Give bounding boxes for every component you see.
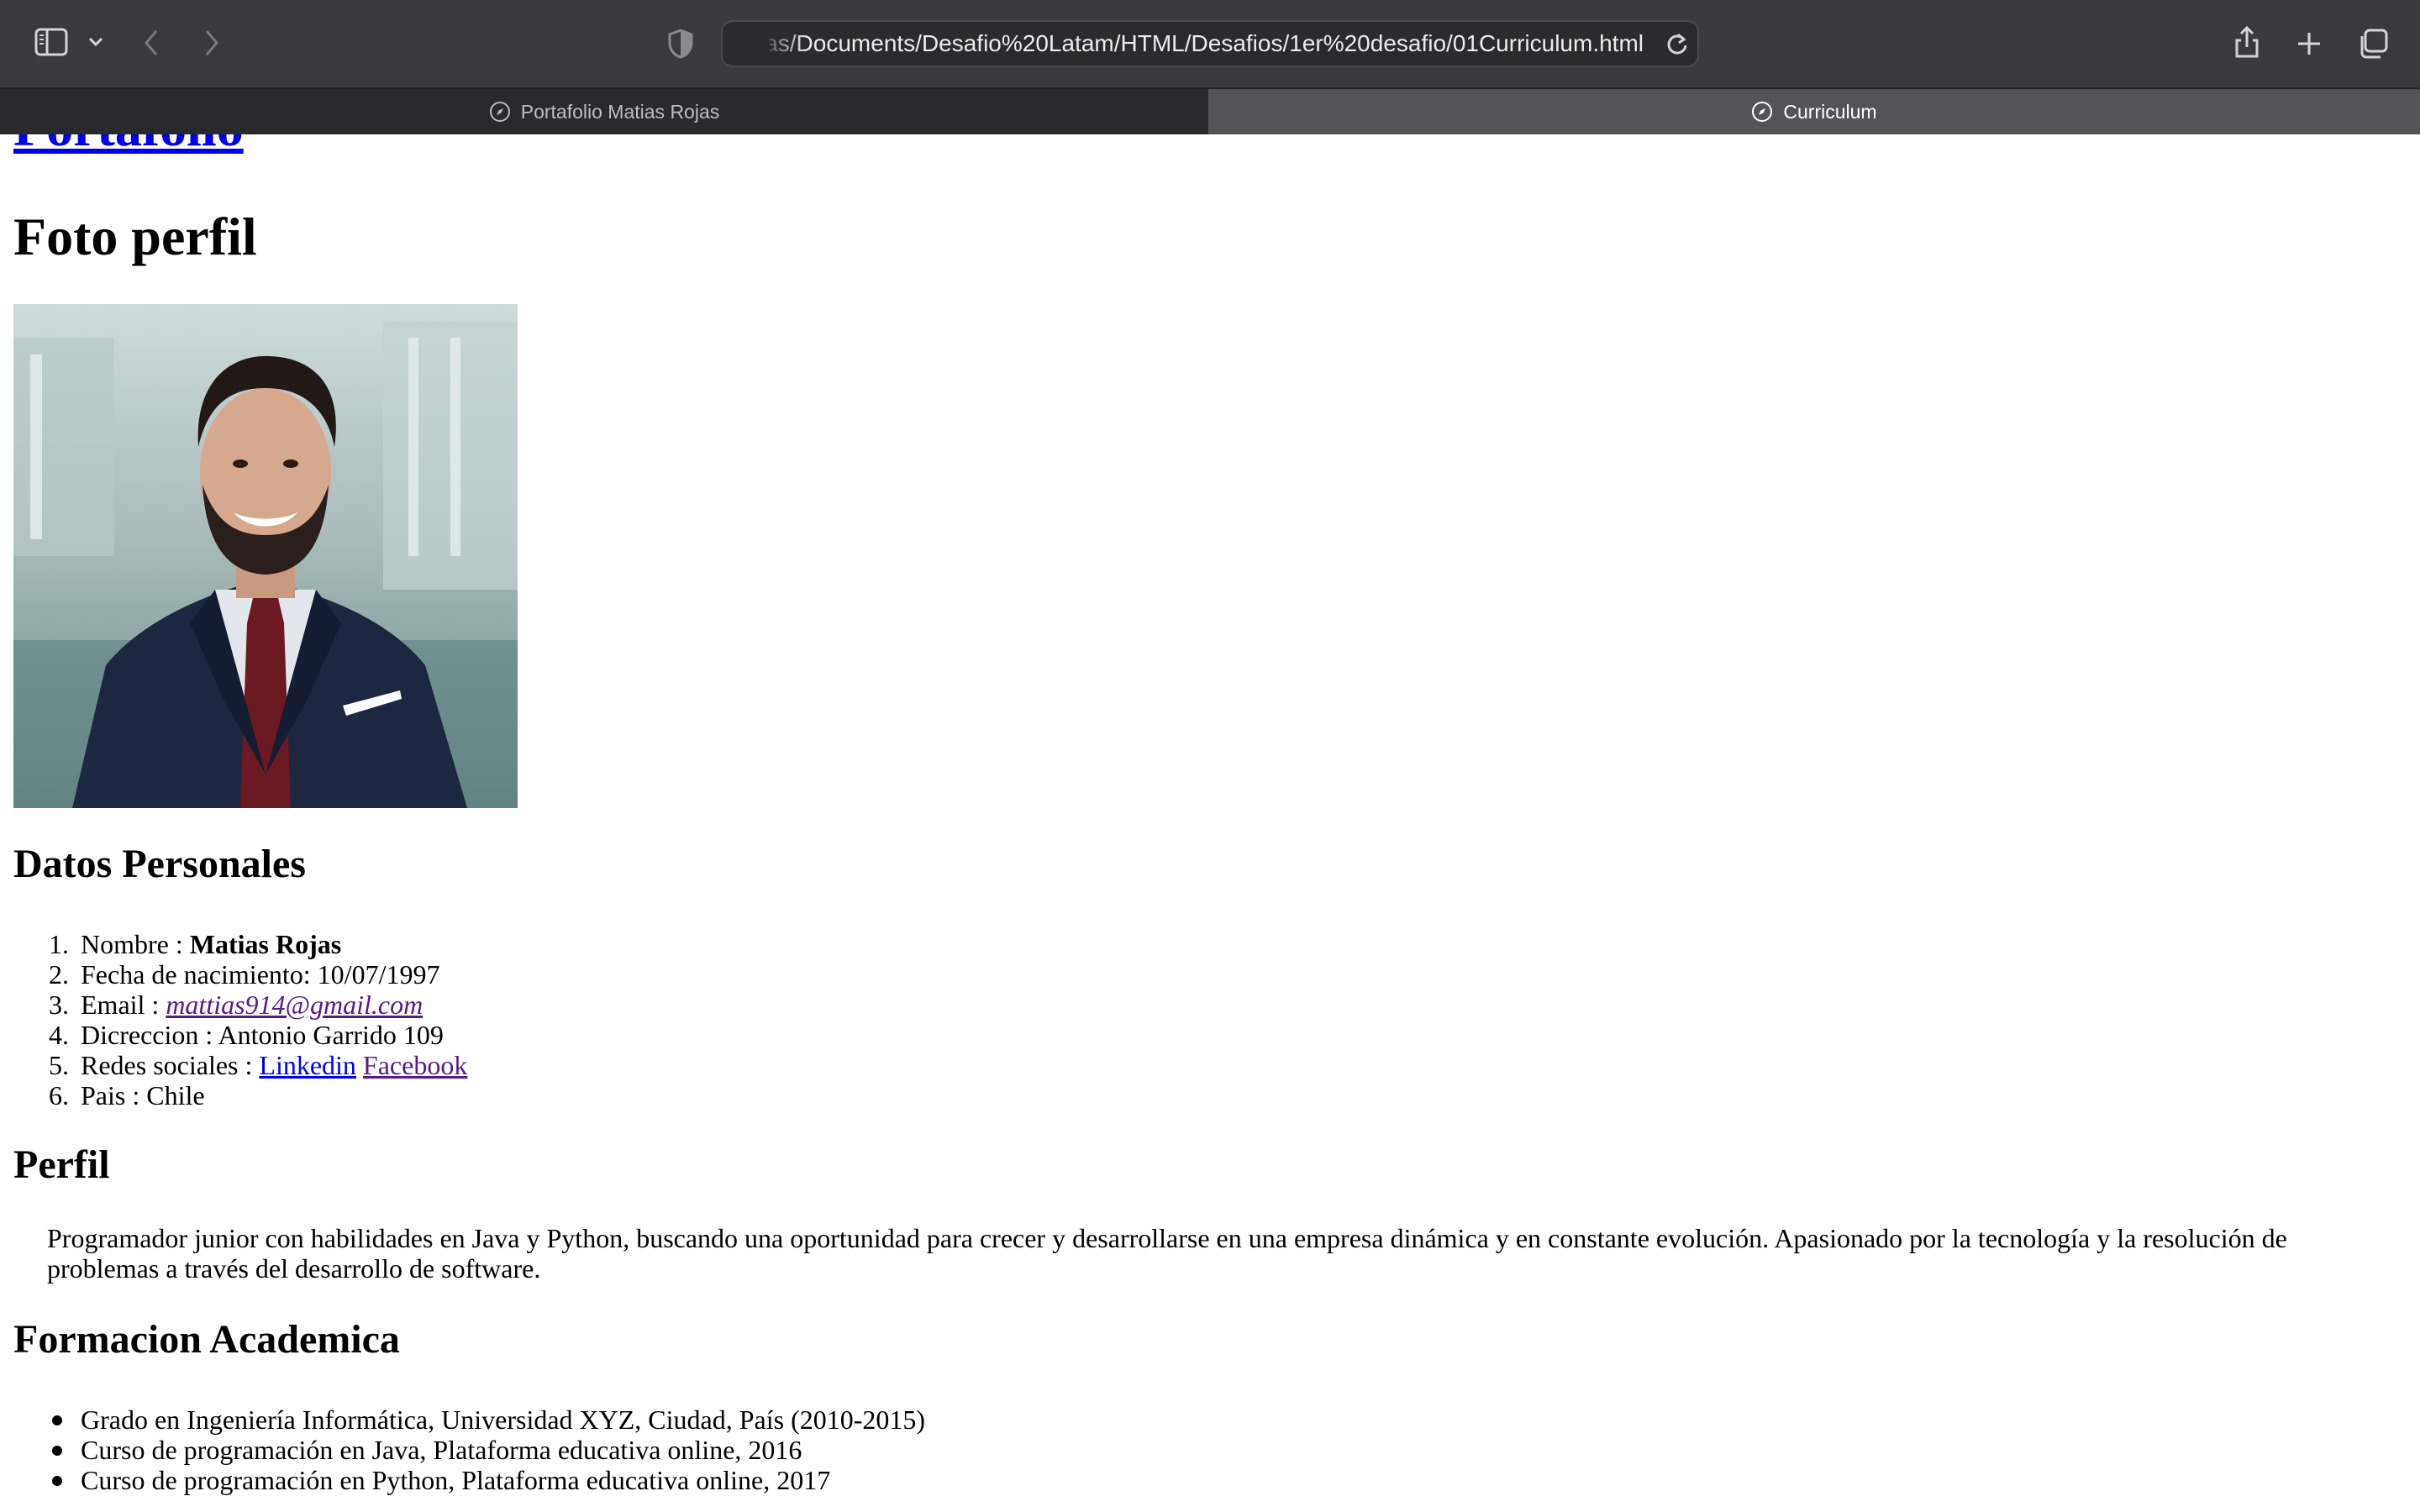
list-item: 4. Dicreccion : Antonio Garrido 109: [0, 1020, 467, 1050]
url-text[interactable]: ojas/Documents/Desafio%20Latam/HTML/Desa…: [770, 22, 1644, 66]
bullet: [52, 1476, 62, 1486]
list-marker: 1.: [49, 929, 69, 959]
personal-heading: Datos Personales: [13, 842, 306, 886]
back-icon[interactable]: [136, 27, 166, 59]
url-fade: [756, 25, 807, 62]
photo-heading: Foto perfil: [13, 207, 257, 266]
bullet: [52, 1415, 62, 1425]
education-item: Grado en Ingeniería Informática, Univers…: [81, 1404, 926, 1435]
list-item: Grado en Ingeniería Informática, Univers…: [0, 1404, 925, 1435]
email-label: Email :: [81, 990, 166, 1020]
forward-icon[interactable]: [197, 27, 227, 59]
sidebar-icon[interactable]: [32, 25, 71, 59]
address: Dicreccion : Antonio Garrido 109: [81, 1020, 444, 1050]
new-tab-icon[interactable]: [2292, 27, 2326, 60]
page-content: Portafolio Foto perfil: [0, 134, 2420, 1512]
bullet: [52, 1446, 62, 1456]
list-marker: 5.: [49, 1050, 69, 1080]
address-bar[interactable]: ojas/Documents/Desafio%20Latam/HTML/Desa…: [721, 20, 1699, 67]
tab-label: Curriculum: [1783, 100, 1877, 123]
birth-date: Fecha de nacimiento: 10/07/1997: [81, 959, 440, 990]
name-label: Nombre :: [81, 929, 190, 959]
list-item: Curso de programación en Java, Plataform…: [0, 1435, 925, 1465]
list-item: 6. Pais : Chile: [0, 1080, 467, 1110]
privacy-shield-icon[interactable]: [664, 27, 697, 60]
list-marker: 6.: [49, 1080, 69, 1110]
chevron-down-icon[interactable]: [84, 30, 108, 54]
profile-photo: [13, 304, 518, 808]
tab-overview-icon[interactable]: [2354, 25, 2391, 62]
education-list: Grado en Ingeniería Informática, Univers…: [0, 1404, 925, 1495]
personal-list: 1. Nombre : Matias Rojas 2. Fecha de nac…: [0, 929, 467, 1110]
education-item: Curso de programación en Java, Plataform…: [81, 1435, 802, 1465]
country: Pais : Chile: [81, 1080, 205, 1110]
list-item: Curso de programación en Python, Platafo…: [0, 1465, 925, 1495]
portfolio-link[interactable]: Portafolio: [13, 134, 244, 160]
list-marker: 4.: [49, 1020, 69, 1050]
browser-toolbar: ojas/Documents/Desafio%20Latam/HTML/Desa…: [0, 0, 2420, 87]
profile-heading: Perfil: [13, 1142, 110, 1187]
reload-icon[interactable]: [1662, 29, 1692, 59]
list-marker: 2.: [49, 959, 69, 990]
browser-chrome: ojas/Documents/Desafio%20Latam/HTML/Desa…: [0, 0, 2420, 134]
list-item: 3. Email : mattias914@gmail.com: [0, 990, 467, 1020]
education-item: Curso de programación en Python, Platafo…: [81, 1465, 831, 1495]
list-item: 2. Fecha de nacimiento: 10/07/1997: [0, 959, 467, 990]
compass-icon: [1752, 102, 1773, 122]
list-marker: 3.: [49, 990, 69, 1020]
linkedin-link[interactable]: Linkedin: [259, 1050, 356, 1080]
tab-bar: Portafolio Matias Rojas Curriculum: [0, 87, 2420, 134]
list-item: 1. Nombre : Matias Rojas: [0, 929, 467, 959]
tab-label: Portafolio Matias Rojas: [520, 100, 720, 123]
profile-text: Programador junior con habilidades en Ja…: [47, 1223, 2287, 1284]
tab-portafolio[interactable]: Portafolio Matias Rojas: [0, 89, 1210, 134]
list-item: 5. Redes sociales : Linkedin Facebook: [0, 1050, 467, 1080]
name-value: Matias Rojas: [189, 929, 342, 959]
education-heading: Formacion Academica: [13, 1317, 400, 1362]
email-link[interactable]: mattias914@gmail.com: [166, 990, 423, 1020]
tab-curriculum[interactable]: Curriculum: [1208, 89, 2420, 134]
facebook-link[interactable]: Facebook: [363, 1050, 467, 1080]
share-icon[interactable]: [2230, 24, 2264, 60]
compass-icon: [489, 102, 510, 122]
social-label: Redes sociales :: [81, 1050, 260, 1080]
